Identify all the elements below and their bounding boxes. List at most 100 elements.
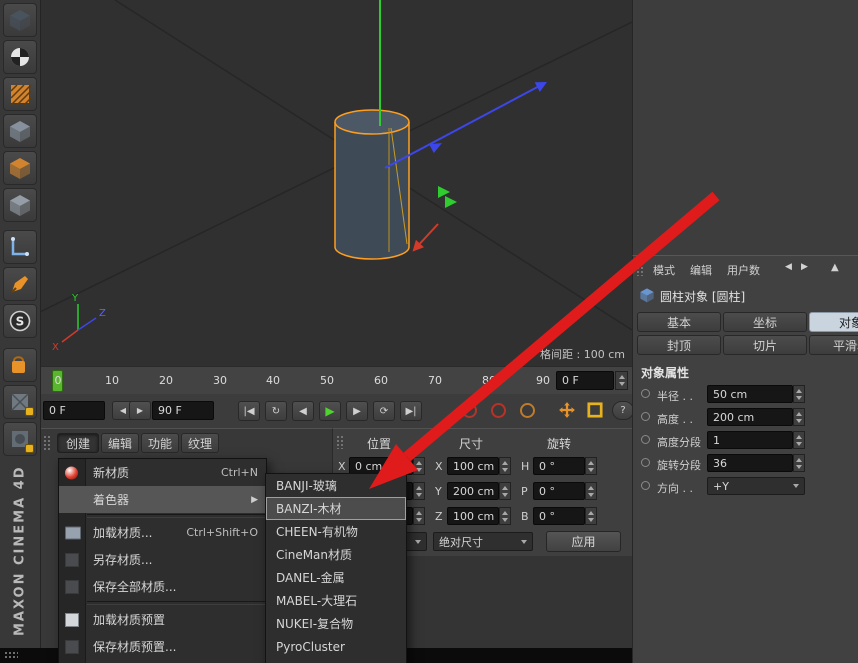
apply-button[interactable]: 应用 bbox=[546, 531, 621, 552]
sculpt-icon[interactable]: S bbox=[3, 304, 37, 338]
submenu-item-danel[interactable]: DANEL-金属 bbox=[266, 566, 406, 589]
next-frame-button[interactable]: ▶ bbox=[346, 401, 368, 421]
play-backwards-button[interactable]: ↻ bbox=[265, 401, 287, 421]
nav-back-icon[interactable]: ◀ bbox=[785, 262, 792, 272]
pos-z-spinner[interactable] bbox=[413, 507, 425, 525]
height-segments-field[interactable]: 1 bbox=[707, 431, 793, 449]
size-y-field[interactable]: 200 cm bbox=[447, 482, 499, 500]
orientation-dropdown[interactable]: +Y bbox=[707, 477, 805, 495]
scale-handle-icon[interactable] bbox=[445, 196, 457, 208]
keyframe-dot[interactable] bbox=[641, 435, 650, 444]
x-axis-line[interactable] bbox=[414, 224, 438, 250]
submenu-item-cheen[interactable]: CHEEN-有机物 bbox=[266, 520, 406, 543]
pos-y-spinner[interactable] bbox=[413, 482, 425, 500]
viewport-3d[interactable]: Y Z X 格间距 : 100 cm bbox=[40, 0, 632, 366]
start-frame-field[interactable]: 0 F bbox=[43, 401, 105, 420]
radius-spinner[interactable] bbox=[793, 385, 805, 403]
submenu-item-banzi[interactable]: BANZI-木材 bbox=[266, 497, 406, 520]
cube-orange-icon[interactable] bbox=[3, 151, 37, 185]
checker-sphere-icon[interactable] bbox=[3, 40, 37, 74]
texture-lock2-icon[interactable] bbox=[3, 422, 37, 456]
userdata-menu[interactable]: 用户数 bbox=[727, 262, 760, 278]
tab-coordinates[interactable]: 坐标 bbox=[723, 312, 807, 332]
panel-grip[interactable] bbox=[4, 651, 18, 660]
cube-gray-icon[interactable] bbox=[3, 188, 37, 222]
workplane-icon[interactable] bbox=[586, 401, 604, 422]
go-to-start-button[interactable]: |◀ bbox=[238, 401, 260, 421]
cylinder-object[interactable] bbox=[335, 110, 409, 259]
rot-p-spinner[interactable] bbox=[585, 482, 597, 500]
rot-b-spinner[interactable] bbox=[585, 507, 597, 525]
pen-tool-icon[interactable] bbox=[3, 267, 37, 301]
menu-item-load-material[interactable]: 加载材质... Ctrl+Shift+O bbox=[59, 519, 266, 546]
tab-texture[interactable]: 纹理 bbox=[181, 433, 219, 453]
keyframe-dot[interactable] bbox=[641, 389, 650, 398]
tab-slice[interactable]: 切片 bbox=[723, 335, 807, 355]
submenu-item-pyrocluster[interactable]: PyroCluster bbox=[266, 635, 406, 658]
hatched-square-icon[interactable] bbox=[3, 77, 37, 111]
rotation-segments-field[interactable]: 36 bbox=[707, 454, 793, 472]
tab-smoothing[interactable]: 平滑着 bbox=[809, 335, 858, 355]
tab-object[interactable]: 对象 bbox=[809, 312, 858, 332]
radius-field[interactable]: 50 cm bbox=[707, 385, 793, 403]
frame-number-spinner[interactable] bbox=[615, 371, 628, 390]
rot-b-field[interactable]: 0 ° bbox=[533, 507, 585, 525]
size-z-spinner[interactable] bbox=[499, 507, 511, 525]
menu-item-save-all-materials[interactable]: 保存全部材质... bbox=[59, 573, 266, 600]
menu-item-shader[interactable]: 着色器 ▶ bbox=[59, 486, 266, 513]
submenu-item-banji[interactable]: BANJI-玻璃 bbox=[266, 474, 406, 497]
frame-number-field[interactable]: 0 F bbox=[556, 371, 614, 390]
keyframe-dot[interactable] bbox=[641, 412, 650, 421]
submenu-item-mabel[interactable]: MABEL-大理石 bbox=[266, 589, 406, 612]
size-z-field[interactable]: 100 cm bbox=[447, 507, 499, 525]
panel-grip[interactable] bbox=[636, 262, 645, 276]
menu-item-save-material-preset[interactable]: 保存材质预置... bbox=[59, 633, 266, 660]
tab-create[interactable]: 创建 bbox=[57, 433, 99, 453]
autokeying-icon[interactable] bbox=[491, 403, 506, 418]
height-spinner[interactable] bbox=[793, 408, 805, 426]
height-field[interactable]: 200 cm bbox=[707, 408, 793, 426]
previous-frame-button[interactable]: ◀ bbox=[292, 401, 314, 421]
step-forward-button[interactable]: ▶ bbox=[129, 401, 151, 420]
help-icon[interactable]: ? bbox=[612, 401, 634, 420]
rot-p-field[interactable]: 0 ° bbox=[533, 482, 585, 500]
tab-basic[interactable]: 基本 bbox=[637, 312, 721, 332]
record-keyframe-icon[interactable] bbox=[462, 403, 477, 418]
filter-icon[interactable]: ▲ bbox=[831, 262, 839, 273]
menu-item-save-material[interactable]: 另存材质... bbox=[59, 546, 266, 573]
end-frame-field[interactable]: 90 F bbox=[152, 401, 214, 420]
size-y-spinner[interactable] bbox=[499, 482, 511, 500]
tab-edit[interactable]: 编辑 bbox=[101, 433, 139, 453]
keyframe-dot[interactable] bbox=[641, 458, 650, 467]
cube-dark-icon[interactable] bbox=[3, 3, 37, 37]
rotation-segments-spinner[interactable] bbox=[793, 454, 805, 472]
rot-h-spinner[interactable] bbox=[585, 457, 597, 475]
paint-tool-icon[interactable] bbox=[3, 348, 37, 382]
submenu-item-nukei[interactable]: NUKEI-复合物 bbox=[266, 612, 406, 635]
tab-function[interactable]: 功能 bbox=[141, 433, 179, 453]
move-tool-icon[interactable] bbox=[558, 401, 576, 422]
spline-tool-icon[interactable] bbox=[3, 230, 37, 264]
tab-caps[interactable]: 封顶 bbox=[637, 335, 721, 355]
keyframe-dot[interactable] bbox=[641, 481, 650, 490]
pos-x-spinner[interactable] bbox=[413, 457, 425, 475]
cube-outline-icon[interactable] bbox=[3, 114, 37, 148]
play-button[interactable]: ▶ bbox=[319, 401, 341, 421]
edit-menu[interactable]: 编辑 bbox=[690, 262, 712, 278]
go-to-end-button[interactable]: ▶| bbox=[400, 401, 422, 421]
nav-forward-icon[interactable]: ▶ bbox=[801, 262, 808, 272]
panel-grip[interactable] bbox=[336, 435, 345, 449]
submenu-item-cineman[interactable]: CineMan材质 bbox=[266, 543, 406, 566]
menu-item-load-material-preset[interactable]: 加载材质预置 bbox=[59, 606, 266, 633]
texture-lock-icon[interactable] bbox=[3, 385, 37, 419]
menu-item-new-material[interactable]: 新材质 Ctrl+N bbox=[59, 459, 266, 486]
z-axis-handle-icon[interactable] bbox=[429, 143, 442, 153]
size-mode-dropdown[interactable]: 绝对尺寸 bbox=[433, 532, 533, 551]
scale-handle-icon[interactable] bbox=[438, 186, 450, 198]
size-x-field[interactable]: 100 cm bbox=[447, 457, 499, 475]
height-segments-spinner[interactable] bbox=[793, 431, 805, 449]
rot-h-field[interactable]: 0 ° bbox=[533, 457, 585, 475]
loop-button[interactable]: ⟳ bbox=[373, 401, 395, 421]
mode-menu[interactable]: 模式 bbox=[653, 262, 675, 278]
record-options-icon[interactable] bbox=[520, 403, 535, 418]
